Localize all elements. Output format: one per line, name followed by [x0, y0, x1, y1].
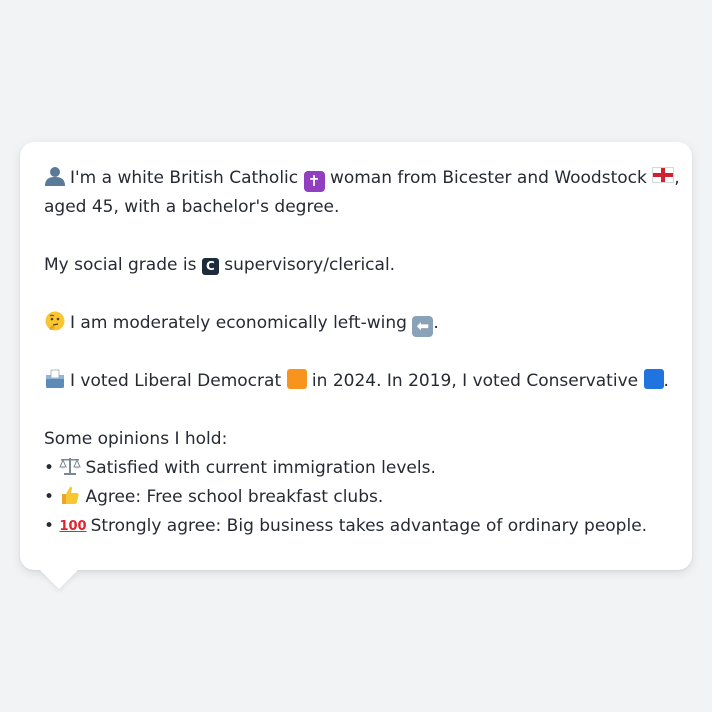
opinion-text: Satisfied with current immigration level…: [85, 458, 436, 478]
opinion-item: • 100 Strongly agree: Big business takes …: [44, 512, 668, 541]
social-grade-prefix: My social grade is: [44, 255, 197, 275]
intro-line-2: aged 45, with a bachelor's degree.: [44, 197, 340, 217]
social-grade-suffix: supervisory/clerical.: [224, 255, 396, 275]
persona-card: I'm a white British Catholic ✝ woman fro…: [20, 142, 692, 570]
intro-text: I'm a white British Catholic: [70, 168, 299, 188]
left-arrow-icon: ⬅: [412, 316, 434, 337]
opinions-heading: Some opinions I hold:: [44, 429, 228, 449]
speech-bubble-tail: [40, 570, 78, 589]
bullet: •: [44, 487, 55, 507]
economic-line: I am moderately economically left-wing ⬅…: [44, 309, 668, 338]
ballot-box-icon: [46, 369, 64, 388]
blue-square-icon: [643, 369, 664, 389]
thumbs-up-icon: [62, 486, 80, 504]
hundred-points-icon: 100: [59, 519, 87, 534]
bullet: •: [44, 458, 55, 478]
vote-text-2024: I voted Liberal Democrat: [70, 371, 282, 391]
person-silhouette-icon: [45, 167, 65, 186]
orange-square-icon: [286, 369, 307, 389]
bullet: •: [44, 516, 55, 536]
location-text: woman from Bicester and Woodstock: [329, 168, 647, 188]
balance-scale-icon: [59, 458, 82, 475]
opinion-item: • Agree: Free school breakfast clubs.: [44, 483, 668, 512]
opinion-item: • Satisfied with current immigration lev…: [44, 454, 668, 483]
opinion-text: Agree: Free school breakfast clubs.: [85, 487, 384, 507]
economic-text: I am moderately economically left-wing: [70, 313, 407, 333]
social-grade-line: My social grade is C supervisory/clerica…: [44, 251, 668, 280]
latin-cross-icon: ✝: [303, 171, 325, 192]
england-flag-icon: [652, 167, 675, 183]
opinion-text: Strongly agree: Big business takes advan…: [90, 516, 648, 536]
social-grade-badge: C: [201, 258, 219, 275]
intro-line-1: I'm a white British Catholic ✝ woman fro…: [44, 164, 680, 193]
vote-line: I voted Liberal Democrat in 2024. In 201…: [44, 367, 669, 396]
thinking-face-icon: [45, 311, 65, 331]
vote-text-2019: in 2024. In 2019, I voted Conservative: [311, 371, 639, 391]
